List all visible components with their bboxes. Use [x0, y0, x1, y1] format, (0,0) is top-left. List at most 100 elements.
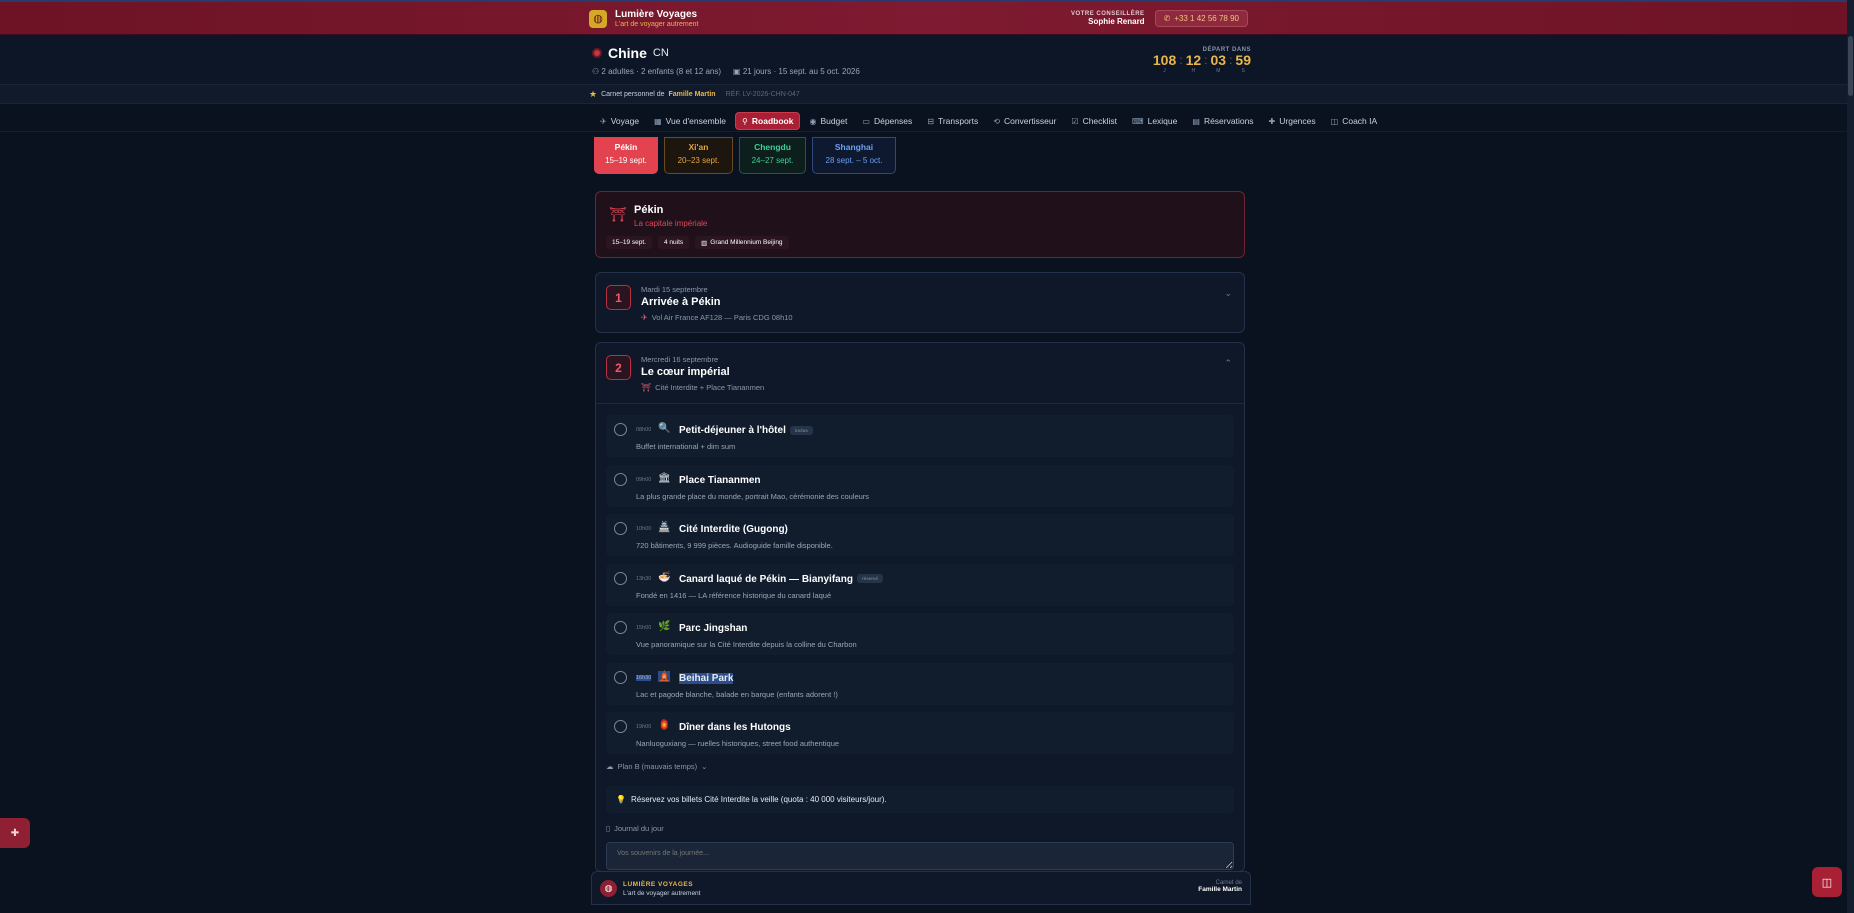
- day-card-1[interactable]: 1 Mardi 15 septembre Arrivée à Pékin ✈ Vo…: [595, 272, 1245, 333]
- phone-number: +33 1 42 56 78 90: [1174, 14, 1239, 23]
- activity-description: Lac et pagode blanche, balade en barque …: [636, 689, 838, 699]
- travelers-info: ⚇ 2 adultes · 2 enfants (8 et 12 ans): [592, 67, 721, 76]
- activity-description: Fondé en 1416 — LA référence historique …: [636, 590, 832, 600]
- activity-item[interactable]: 13h30 🍜 Canard laqué de Pékin — Bianyifang…: [606, 563, 1234, 606]
- city-tab-dates: 24–27 sept.: [751, 156, 794, 165]
- pagoda-icon: 🛕: [658, 670, 671, 682]
- emergency-fab[interactable]: ✚: [0, 818, 30, 848]
- pin-icon: ⚲: [742, 116, 748, 126]
- chevron-down-icon[interactable]: ⌄: [1224, 288, 1232, 299]
- activity-checkbox[interactable]: [614, 472, 627, 486]
- city-tab-name: Chengdu: [754, 142, 791, 152]
- activity-item[interactable]: 15h00 🌿 Parc Jingshan Vue panoramique sur l…: [606, 613, 1234, 655]
- palace-icon: 🏯: [658, 522, 671, 533]
- activity-time: 10h00: [636, 526, 652, 532]
- agency-brand[interactable]: ◍ Lumière Voyages L'art de voyager autre…: [589, 9, 698, 29]
- nav-transports[interactable]: ⊟ Transports: [921, 112, 984, 130]
- star-icon: ★: [589, 89, 598, 99]
- nav-checklist[interactable]: ☑ Checklist: [1065, 112, 1123, 130]
- nav-lexique[interactable]: ⌨ Lexique: [1126, 112, 1183, 130]
- coach-ai-fab[interactable]: ◫: [1812, 867, 1842, 897]
- activity-description: La plus grande place du monde, portrait …: [636, 491, 870, 501]
- agency-tagline: L'art de voyager autrement: [615, 20, 699, 28]
- city-card: ⛩ Pékin La capitale impériale 15–19 sept…: [595, 191, 1245, 258]
- activity-checkbox[interactable]: [614, 571, 627, 585]
- activity-checkbox[interactable]: [614, 423, 627, 436]
- nav-roadbook[interactable]: ⚲ Roadbook: [735, 112, 801, 130]
- city-tab-chengdu[interactable]: Chengdu 24–27 sept.: [739, 137, 806, 174]
- nav-dépenses[interactable]: ▭ Dépenses: [856, 112, 918, 130]
- activity-checkbox[interactable]: [614, 720, 627, 733]
- city-card-subtitle: La capitale impériale: [634, 219, 708, 228]
- nav-label: Voyage: [610, 116, 640, 126]
- activity-checkbox[interactable]: [614, 522, 627, 535]
- footer-tagline: L'art de voyager autrement: [623, 890, 701, 897]
- activity-checkbox[interactable]: [614, 670, 627, 684]
- hotel-icon: ▥: [701, 239, 708, 247]
- activity-item[interactable]: 09h00 🏛 Place Tiananmen La plus grande plac…: [606, 464, 1234, 507]
- countdown-unit: J: [1163, 67, 1166, 74]
- nav-label: Checklist: [1082, 116, 1118, 126]
- nav-label: Urgences: [1279, 116, 1316, 126]
- notebook-label: Carnet personnel de: [601, 91, 665, 98]
- nav-réservations[interactable]: ▤ Réservations: [1186, 112, 1259, 130]
- phone-button[interactable]: ✆ +33 1 42 56 78 90: [1154, 10, 1248, 27]
- chevron-up-icon[interactable]: ⌃: [1224, 358, 1232, 369]
- footer-family-name: Famille Martin: [1198, 886, 1242, 893]
- wallet-icon: ◉: [809, 116, 817, 126]
- activity-time: 15h00: [636, 625, 652, 631]
- activity-item[interactable]: 16h30 🛕 Beihai Park Lac et pagode blanche, …: [606, 662, 1234, 705]
- activity-item[interactable]: 19h00 🏮 Dîner dans les Hutongs Nanluoguxian…: [606, 712, 1234, 754]
- activity-time: 19h00: [636, 724, 652, 730]
- city-tabs: Pékin 15–19 sept. Xi'an 20–23 sept. Chen…: [594, 137, 896, 174]
- people-icon: ⚇: [592, 66, 602, 76]
- scrollbar[interactable]: [1847, 0, 1854, 913]
- city-tab-name: Xi'an: [688, 142, 709, 152]
- city-tab-dates: 20–23 sept.: [677, 156, 720, 165]
- nav-label: Roadbook: [751, 116, 794, 126]
- activity-title-row: Cité Interdite (Gugong): [679, 524, 788, 535]
- city-tab-shanghai[interactable]: Shanghai 28 sept. – 5 oct.: [812, 137, 896, 174]
- activity-time: 13h30: [636, 575, 652, 582]
- lantern-icon: 🏮: [658, 720, 671, 731]
- countdown-seconds: 59: [1235, 51, 1251, 68]
- activity-title: Beihai Park: [679, 672, 734, 684]
- activity-title: Cité Interdite (Gugong): [679, 524, 788, 535]
- nav-voyage[interactable]: ✈ Voyage: [594, 112, 645, 130]
- dates-text: 21 jours · 15 sept. au 5 oct. 2026: [742, 66, 860, 76]
- search-icon: 🔍: [658, 423, 671, 434]
- phone-icon: ✆: [1163, 14, 1171, 23]
- activity-item[interactable]: 08h00 🔍 Petit-déjeuner à l'hôtel inclus Buff…: [606, 415, 1234, 457]
- scrollbar-thumb[interactable]: [1848, 36, 1853, 96]
- nav-vue-densemble[interactable]: ▦ Vue d'ensemble: [648, 112, 732, 130]
- activity-checkbox[interactable]: [614, 621, 627, 634]
- lightbulb-icon: 💡: [616, 795, 626, 804]
- countdown-separator: :: [1179, 52, 1183, 67]
- departure-countdown: DÉPART DANS 108 J : 12 H : 03 M : 59 S: [1153, 47, 1251, 74]
- tip-box: 💡 Réservez vos billets Cité Interdite la…: [606, 786, 1234, 813]
- nav-convertisseur[interactable]: ⟲ Convertisseur: [987, 112, 1062, 130]
- activity-item[interactable]: 10h00 🏯 Cité Interdite (Gugong) 720 bâtimen…: [606, 514, 1234, 556]
- nav-budget[interactable]: ◉ Budget: [803, 112, 853, 130]
- chip-hotel-label: Grand Millennium Beijing: [710, 239, 783, 246]
- nav-label: Dépenses: [873, 116, 913, 126]
- day-title: Arrivée à Pékin: [641, 296, 721, 308]
- travelers-text: 2 adultes · 2 enfants (8 et 12 ans): [601, 66, 722, 76]
- countdown-days: 108: [1152, 51, 1177, 68]
- notebook-reference: RÉF. LV-2026-CHN-047: [725, 91, 800, 98]
- journal-textarea[interactable]: [606, 842, 1234, 870]
- dates-info: ▣ 21 jours · 15 sept. au 5 oct. 2026: [733, 67, 860, 76]
- day-card-2: 2 Mercredi 16 septembre Le cœur impérial…: [595, 342, 1245, 872]
- nav-coach-ia[interactable]: ◫ Coach IA: [1325, 112, 1384, 130]
- chip-dates: 15–19 sept.: [606, 236, 652, 249]
- advisor-name: Sophie Renard: [1088, 17, 1145, 26]
- activity-time: 08h00: [636, 427, 652, 433]
- plan-b-toggle[interactable]: ☁ Plan B (mauvais temps) ⌄: [606, 762, 707, 771]
- city-tab-pekin[interactable]: Pékin 15–19 sept.: [594, 137, 658, 174]
- activity-time: 09h00: [636, 476, 652, 483]
- activity-badge: inclus: [789, 425, 813, 435]
- nav-urgences[interactable]: ✚ Urgences: [1263, 112, 1322, 130]
- nav-label: Transports: [937, 116, 979, 126]
- city-tab-xian[interactable]: Xi'an 20–23 sept.: [664, 137, 733, 174]
- robot-icon: ◫: [1330, 116, 1339, 126]
